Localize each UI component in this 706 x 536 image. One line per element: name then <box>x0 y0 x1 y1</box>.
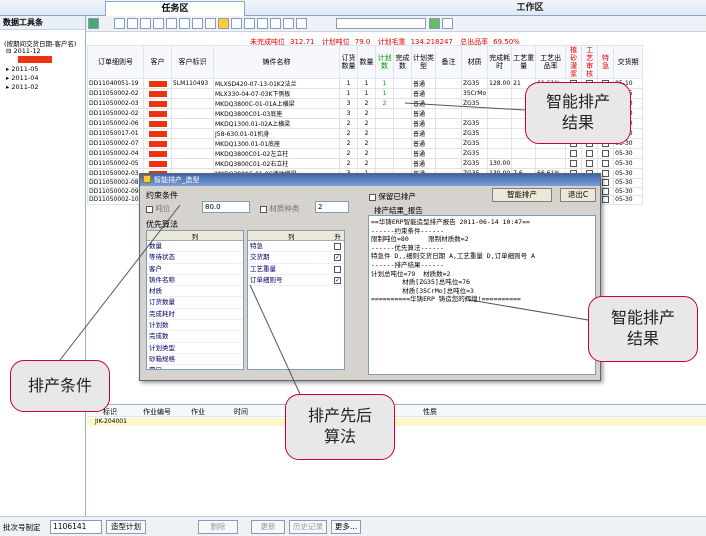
history-button[interactable]: 历史记录 <box>289 520 327 534</box>
update-button[interactable]: 更新 <box>251 520 285 534</box>
batch-label: 批次号制定 <box>3 523 41 532</box>
callout-pointers <box>59 102 589 395</box>
bottom-bar: 批次号制定 1106141 造型计划 删除 更新 历史记录 更多... <box>0 516 706 536</box>
delete-button[interactable]: 删除 <box>198 520 238 534</box>
batch-input[interactable]: 1106141 <box>50 520 102 534</box>
more-button[interactable]: 更多... <box>331 520 361 534</box>
plan-button[interactable]: 造型计划 <box>106 520 146 534</box>
